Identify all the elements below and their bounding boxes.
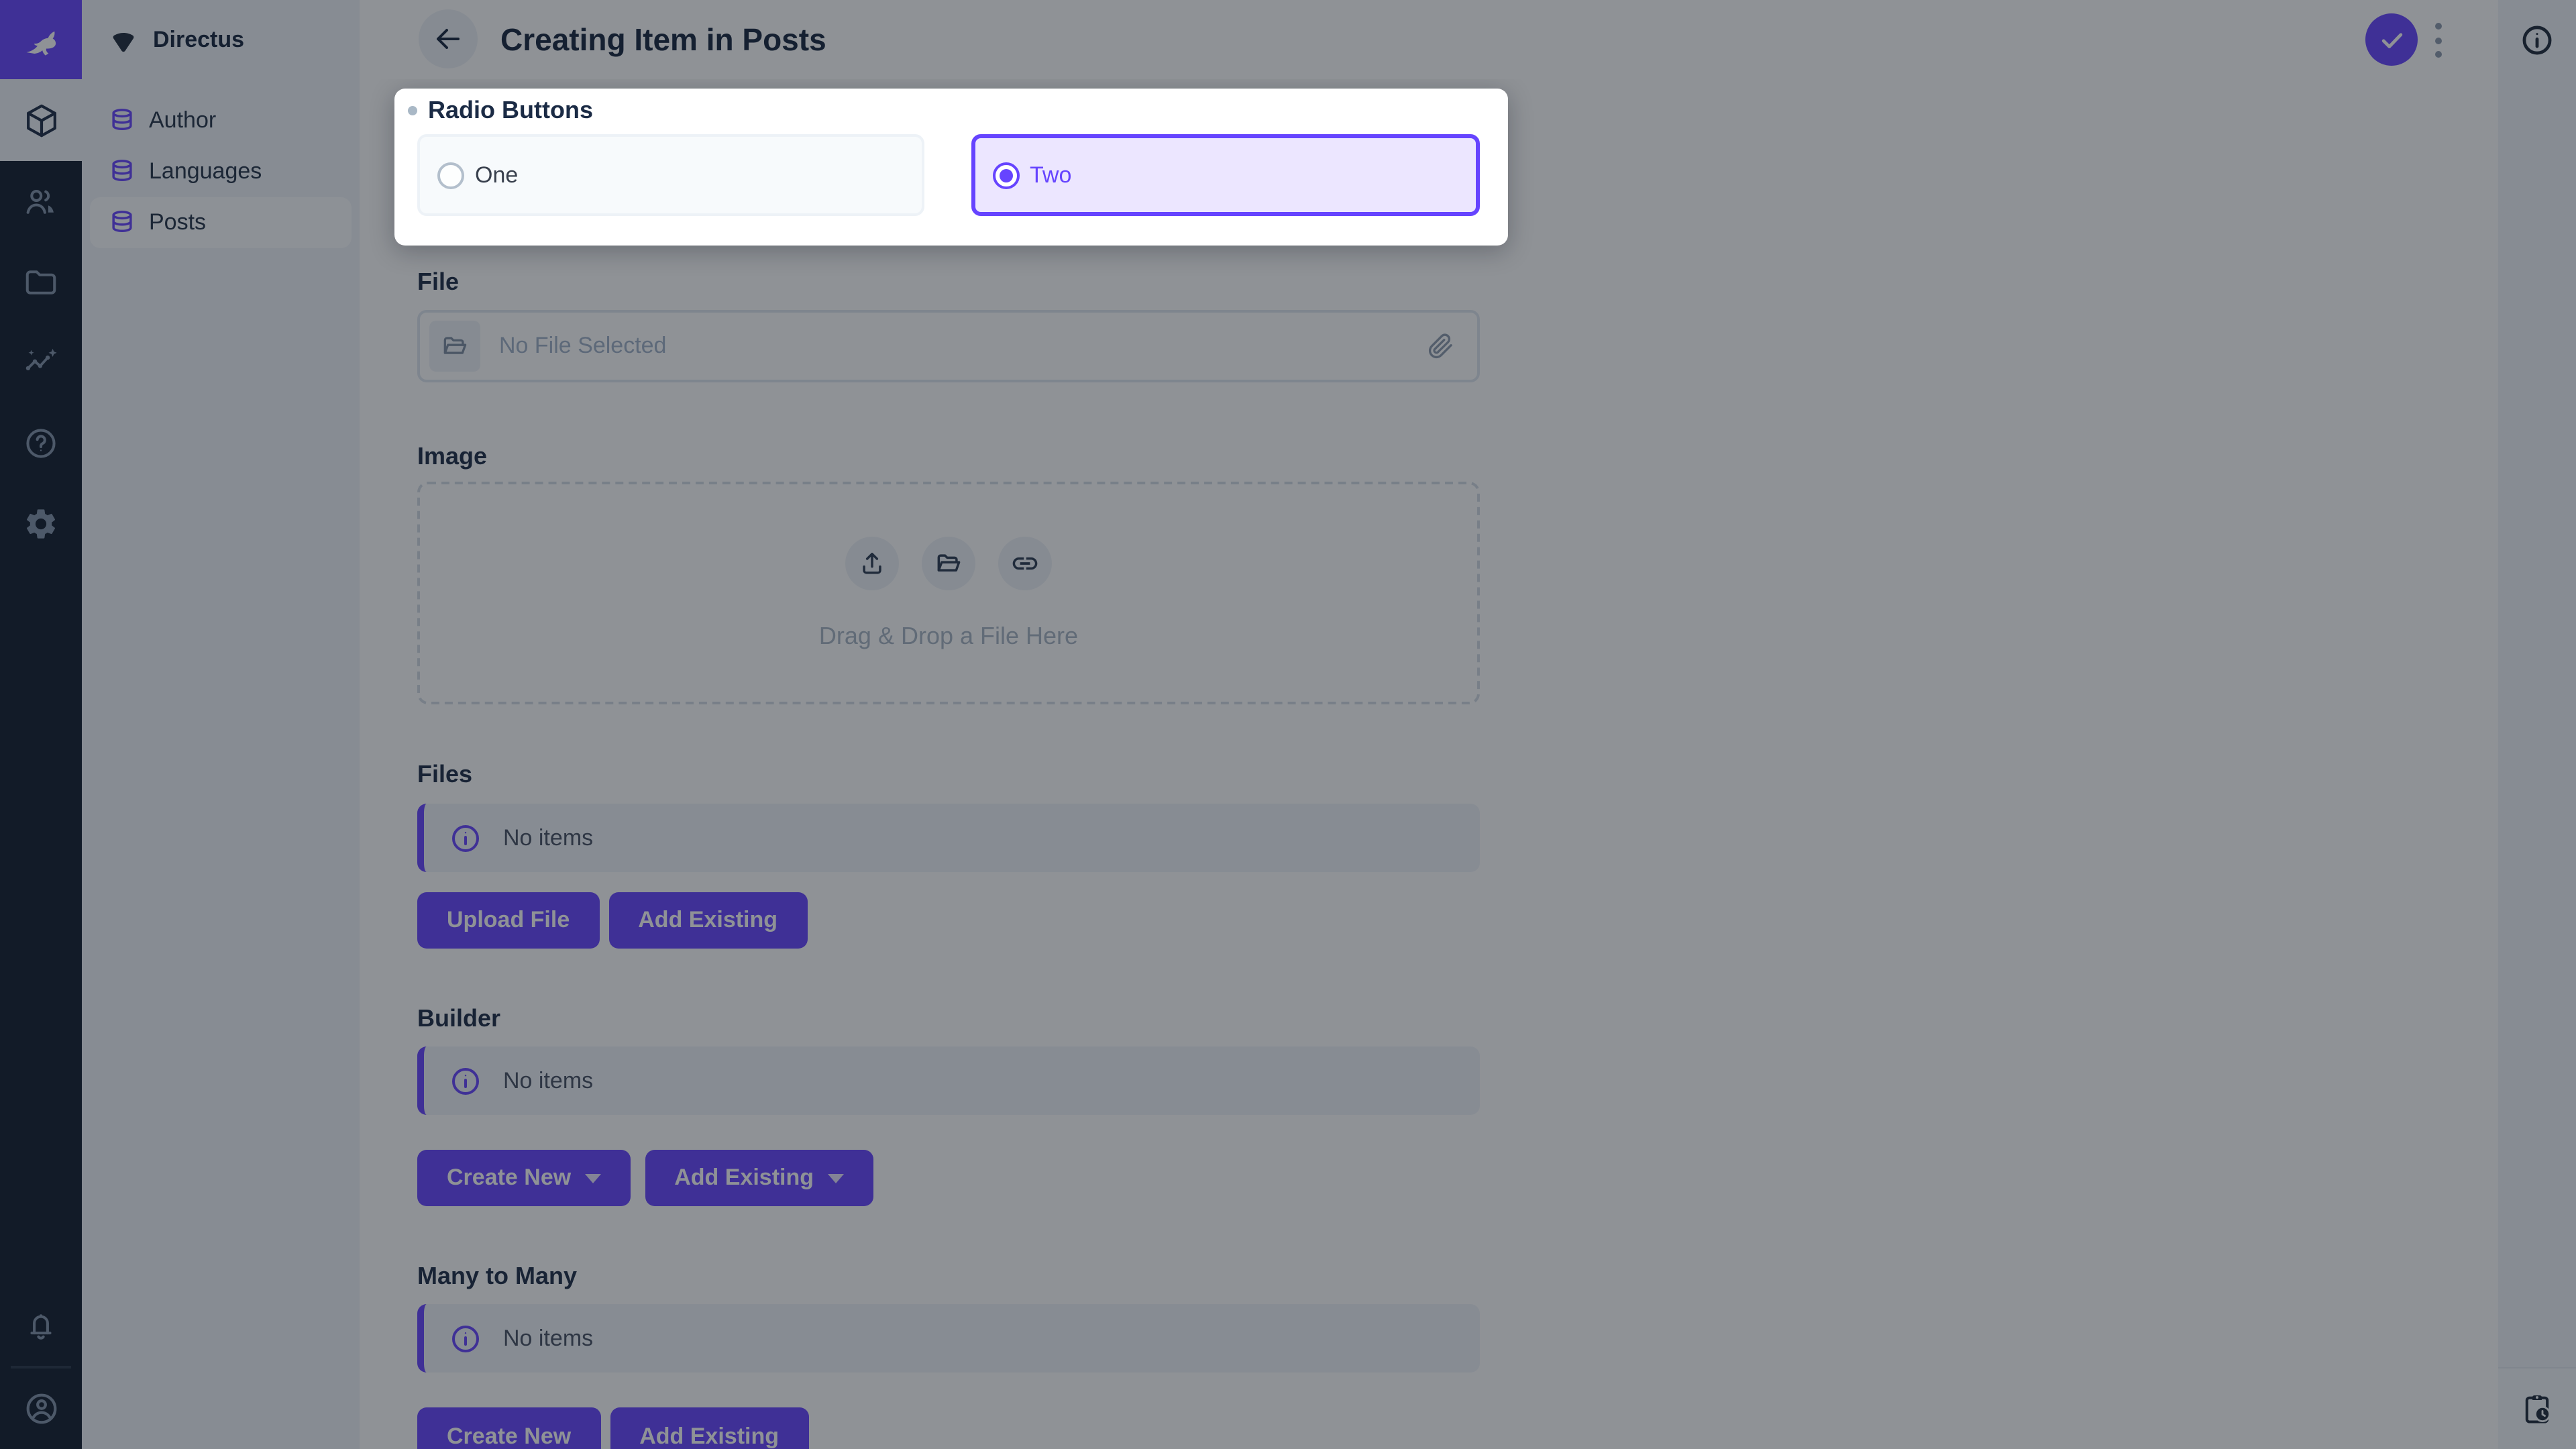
field-label: Radio Buttons [428,95,593,125]
radio-option-two[interactable]: Two [971,134,1480,216]
radio-buttons-field-card: Radio Buttons One Two [394,89,1508,246]
app-screen: Directus Author [0,0,2576,1449]
radio-option-label: Two [1030,162,1071,189]
edited-indicator-dot [408,105,417,115]
radio-option-one[interactable]: One [417,134,924,216]
radio-selected-icon [992,162,1019,189]
radio-unselected-icon [437,162,464,189]
radio-options-row: One Two [417,134,1480,216]
field-label-row: Radio Buttons [408,97,1480,123]
radio-option-label: One [475,162,518,189]
